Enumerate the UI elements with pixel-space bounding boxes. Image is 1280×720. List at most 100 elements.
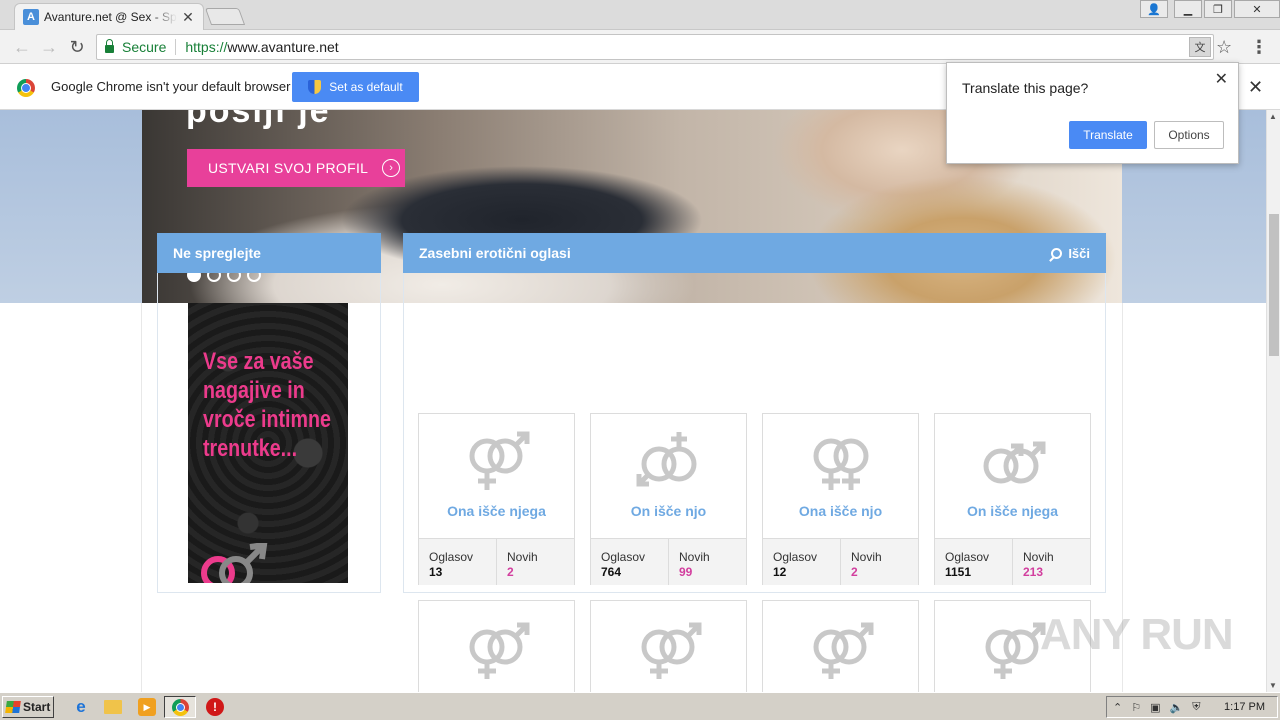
ads-count: 764	[601, 565, 622, 579]
chevron-right-icon: ›	[382, 159, 401, 177]
search-label: Išči	[1068, 245, 1090, 261]
windows-taskbar: Start e ▶ ! ⌃ ⚐ ▣ 🔈 ⛨ 1:17 PM	[0, 692, 1280, 720]
ads-count: 13	[429, 565, 443, 579]
male-female-icon	[636, 432, 697, 487]
card-title: On išče njega	[966, 503, 1059, 519]
new-stat-label: Novih	[851, 550, 882, 564]
restore-button[interactable]: ❐	[1204, 0, 1232, 18]
new-stat-label: Novih	[679, 550, 710, 564]
advertisement-banner[interactable]: Vse za vaše nagajive in vroče intimne tr…	[188, 303, 348, 583]
chrome-logo-icon	[17, 79, 35, 97]
category-card[interactable]: On išče njega Oglasov 1151 Novih 213	[934, 413, 1091, 585]
infobar-message: Google Chrome isn't your default browser	[51, 79, 291, 94]
card-stats: Oglasov 12 Novih 2	[763, 538, 918, 585]
shield-tray-icon[interactable]: ⛨	[1192, 701, 1200, 714]
translate-button[interactable]: Translate	[1069, 121, 1147, 149]
url-scheme: https://	[185, 39, 228, 55]
site-favicon-icon: A	[23, 9, 39, 25]
translate-close-icon[interactable]: ✕	[1215, 69, 1228, 89]
card-stats: Oglasov 1151 Novih 213	[935, 538, 1090, 585]
sidebar-heading: Ne spreglejte	[157, 233, 381, 273]
lock-icon	[105, 39, 114, 53]
scroll-up-icon[interactable]: ▲	[1269, 112, 1277, 121]
search-link[interactable]: Išči	[1051, 246, 1090, 261]
back-arrow-icon[interactable]: ←	[12, 37, 32, 57]
new-stat-label: Novih	[507, 550, 538, 564]
category-card[interactable]: Ona išče njo Oglasov 12 Novih 2	[762, 413, 919, 585]
card-title: On išče njo	[630, 503, 707, 519]
address-bar[interactable]: Secure https:// www.avanture.net 文	[96, 34, 1214, 60]
new-tab-button[interactable]	[204, 8, 246, 25]
ads-stat-label: Oglasov	[429, 550, 474, 564]
category-card[interactable]	[418, 600, 575, 692]
tab-title: Avanture.net @ Sex - Spletni	[44, 10, 177, 24]
category-card[interactable]	[590, 600, 747, 692]
infobar-close-icon[interactable]: ✕	[1248, 77, 1263, 98]
browser-tab[interactable]: A Avanture.net @ Sex - Spletni ✕	[14, 3, 204, 30]
couple-symbol-icon	[641, 622, 702, 679]
new-stat: Novih 2	[496, 539, 574, 585]
url-host: www.avanture.net	[227, 39, 339, 55]
ads-stat: Oglasov 1151	[935, 539, 1012, 585]
network-icon[interactable]: ▣	[1150, 701, 1160, 714]
vertical-scrollbar[interactable]: ▲ ▼	[1266, 110, 1280, 692]
scrollbar-thumb[interactable]	[1269, 214, 1279, 356]
ads-stat: Oglasov 12	[763, 539, 840, 585]
menu-dots-icon[interactable]: ⋮	[1250, 37, 1268, 58]
category-card[interactable]: Ona išče njega Oglasov 13 Novih 2	[418, 413, 575, 585]
card-stats: Oglasov 13 Novih 2	[419, 538, 574, 585]
female-male-icon	[469, 431, 530, 490]
taskbar-clock: 1:17 PM	[1224, 701, 1265, 713]
sidebar-heading-text: Ne spreglejte	[173, 245, 261, 261]
volume-icon[interactable]: 🔈	[1170, 701, 1184, 714]
new-stat: Novih 2	[840, 539, 918, 585]
profile-icon[interactable]: 👤	[1140, 0, 1168, 18]
male-male-icon	[983, 441, 1046, 484]
tab-strip: A Avanture.net @ Sex - Spletni ✕ 👤 ▁ ❐ ✕	[0, 0, 1280, 30]
category-card[interactable]	[762, 600, 919, 692]
category-card[interactable]: On išče njo Oglasov 764 Novih 99	[590, 413, 747, 585]
start-button[interactable]: Start	[2, 696, 54, 718]
translate-icon[interactable]: 文	[1189, 37, 1211, 57]
new-stat: Novih 213	[1012, 539, 1090, 585]
tray-expand-icon[interactable]: ⌃	[1113, 701, 1122, 714]
translate-options-button[interactable]: Options	[1154, 121, 1224, 149]
new-count: 2	[507, 565, 514, 579]
browser-toolbar: ← → ↻ Secure https:// www.avanture.net 文…	[0, 30, 1280, 64]
flag-icon[interactable]: ⚐	[1131, 701, 1141, 714]
secure-label: Secure	[122, 39, 167, 55]
translate-popup: Translate this page? ✕ Translate Options	[946, 62, 1239, 164]
new-stat: Novih 99	[668, 539, 746, 585]
folder-icon[interactable]	[104, 700, 122, 714]
window-controls: 👤 ▁ ❐ ✕	[1138, 0, 1280, 18]
card-title: Ona išče njo	[798, 503, 883, 519]
create-profile-button[interactable]: USTVARI SVOJ PROFIL ›	[187, 149, 405, 187]
ads-count: 1151	[945, 565, 972, 579]
bookmark-star-icon[interactable]: ☆	[1216, 37, 1232, 58]
minimize-button[interactable]: ▁	[1174, 0, 1202, 18]
scroll-down-icon[interactable]: ▼	[1269, 681, 1277, 690]
main-heading-text: Zasebni erotični oglasi	[419, 245, 571, 261]
ads-stat-label: Oglasov	[601, 550, 646, 564]
uac-shield-icon	[308, 80, 322, 94]
reload-icon[interactable]: ↻	[67, 37, 87, 57]
media-player-icon[interactable]: ▶	[138, 698, 156, 716]
ads-stat-label: Oglasov	[945, 550, 990, 564]
omnibox-divider	[175, 39, 177, 55]
ads-stat-label: Oglasov	[773, 550, 818, 564]
internet-explorer-icon[interactable]: e	[72, 697, 90, 716]
forward-arrow-icon[interactable]: →	[39, 37, 59, 57]
ads-stat: Oglasov 764	[591, 539, 668, 585]
new-stat-label: Novih	[1023, 550, 1054, 564]
couple-symbol-icon	[985, 622, 1046, 679]
tab-close-icon[interactable]: ✕	[181, 9, 195, 26]
start-label: Start	[23, 700, 51, 714]
window-close-button[interactable]: ✕	[1234, 0, 1280, 18]
chrome-taskbar-icon	[172, 699, 189, 716]
card-stats: Oglasov 764 Novih 99	[591, 538, 746, 585]
female-female-icon	[813, 438, 869, 490]
taskbar-chrome-button[interactable]	[164, 696, 196, 718]
search-icon	[1051, 247, 1063, 259]
set-as-default-button[interactable]: Set as default	[292, 72, 419, 102]
stop-sign-icon[interactable]: !	[206, 698, 224, 716]
